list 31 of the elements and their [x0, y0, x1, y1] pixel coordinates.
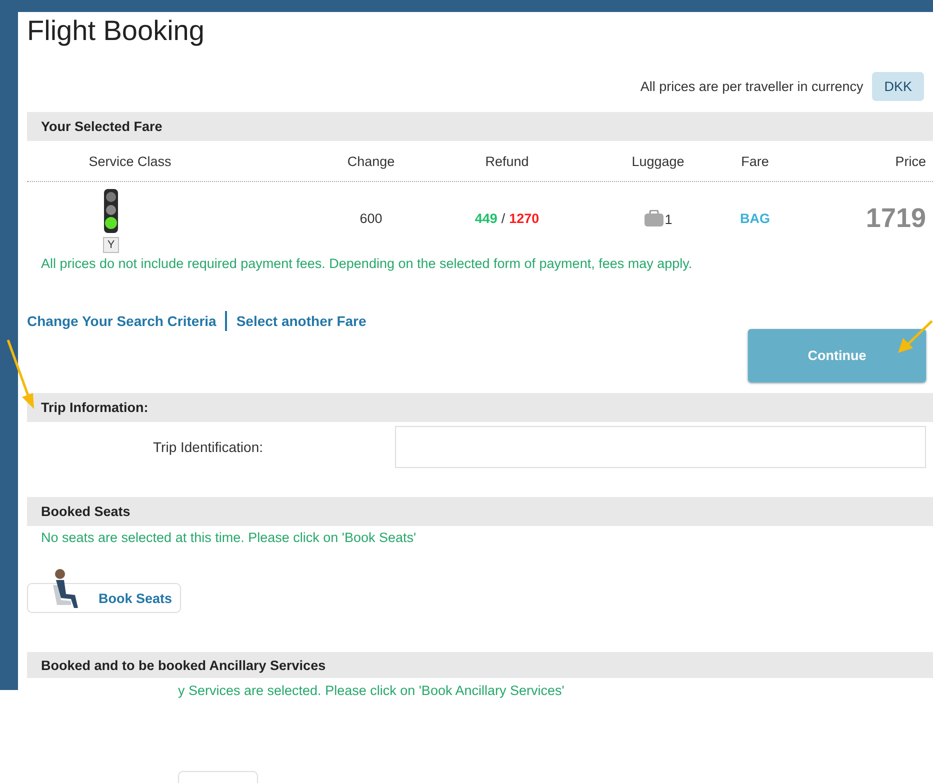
trip-id-field[interactable] — [395, 426, 926, 468]
section-header: Trip Information: — [27, 393, 933, 422]
price: 1719 — [864, 202, 927, 234]
class-code-badge: Y — [103, 236, 119, 252]
traffic-light-icon — [103, 188, 119, 234]
luggage-icon — [644, 210, 664, 226]
change-fee: 600 — [358, 210, 384, 226]
book-seats-button[interactable]: Book Seats — [27, 583, 181, 613]
column-header: Luggage — [630, 154, 686, 168]
section-header: Booked Seats — [27, 497, 933, 526]
refund-amounts: 449 / 1270 — [474, 210, 540, 226]
fare-type: BAG — [739, 210, 771, 226]
column-header: Fare — [740, 154, 770, 168]
section-header: Booked and to be booked Ancillary Services — [27, 652, 933, 678]
currency-badge: DKK — [872, 72, 924, 101]
page-title: Flight Booking — [27, 14, 206, 48]
field-label: Trip Identification: — [152, 439, 263, 455]
section-header: Your Selected Fare — [27, 112, 933, 141]
search-criteria-link[interactable]: Change Your Search Criteria — [27, 313, 216, 329]
ancillary-note: y Services are selected. Please click on 'Book Ancillary Services' — [178, 683, 566, 698]
fee-note: All prices do not include required payment fees. Depending on the selected form of payment, fees may apply. — [41, 256, 694, 271]
annotation-arrow — [6, 338, 36, 410]
column-header: Price — [894, 154, 927, 168]
column-header: Refund — [484, 154, 530, 168]
seats-note: No seats are selected at this time. Please click on 'Book Seats' — [41, 530, 418, 545]
luggage-count: 1 — [664, 212, 672, 226]
column-header: Change — [346, 154, 396, 168]
currency-note: All prices are per traveller in currency — [640, 79, 864, 94]
fare-link[interactable]: Select another Fare — [236, 313, 366, 329]
column-header: Service Class — [88, 154, 172, 168]
annotation-arrow — [897, 320, 933, 354]
